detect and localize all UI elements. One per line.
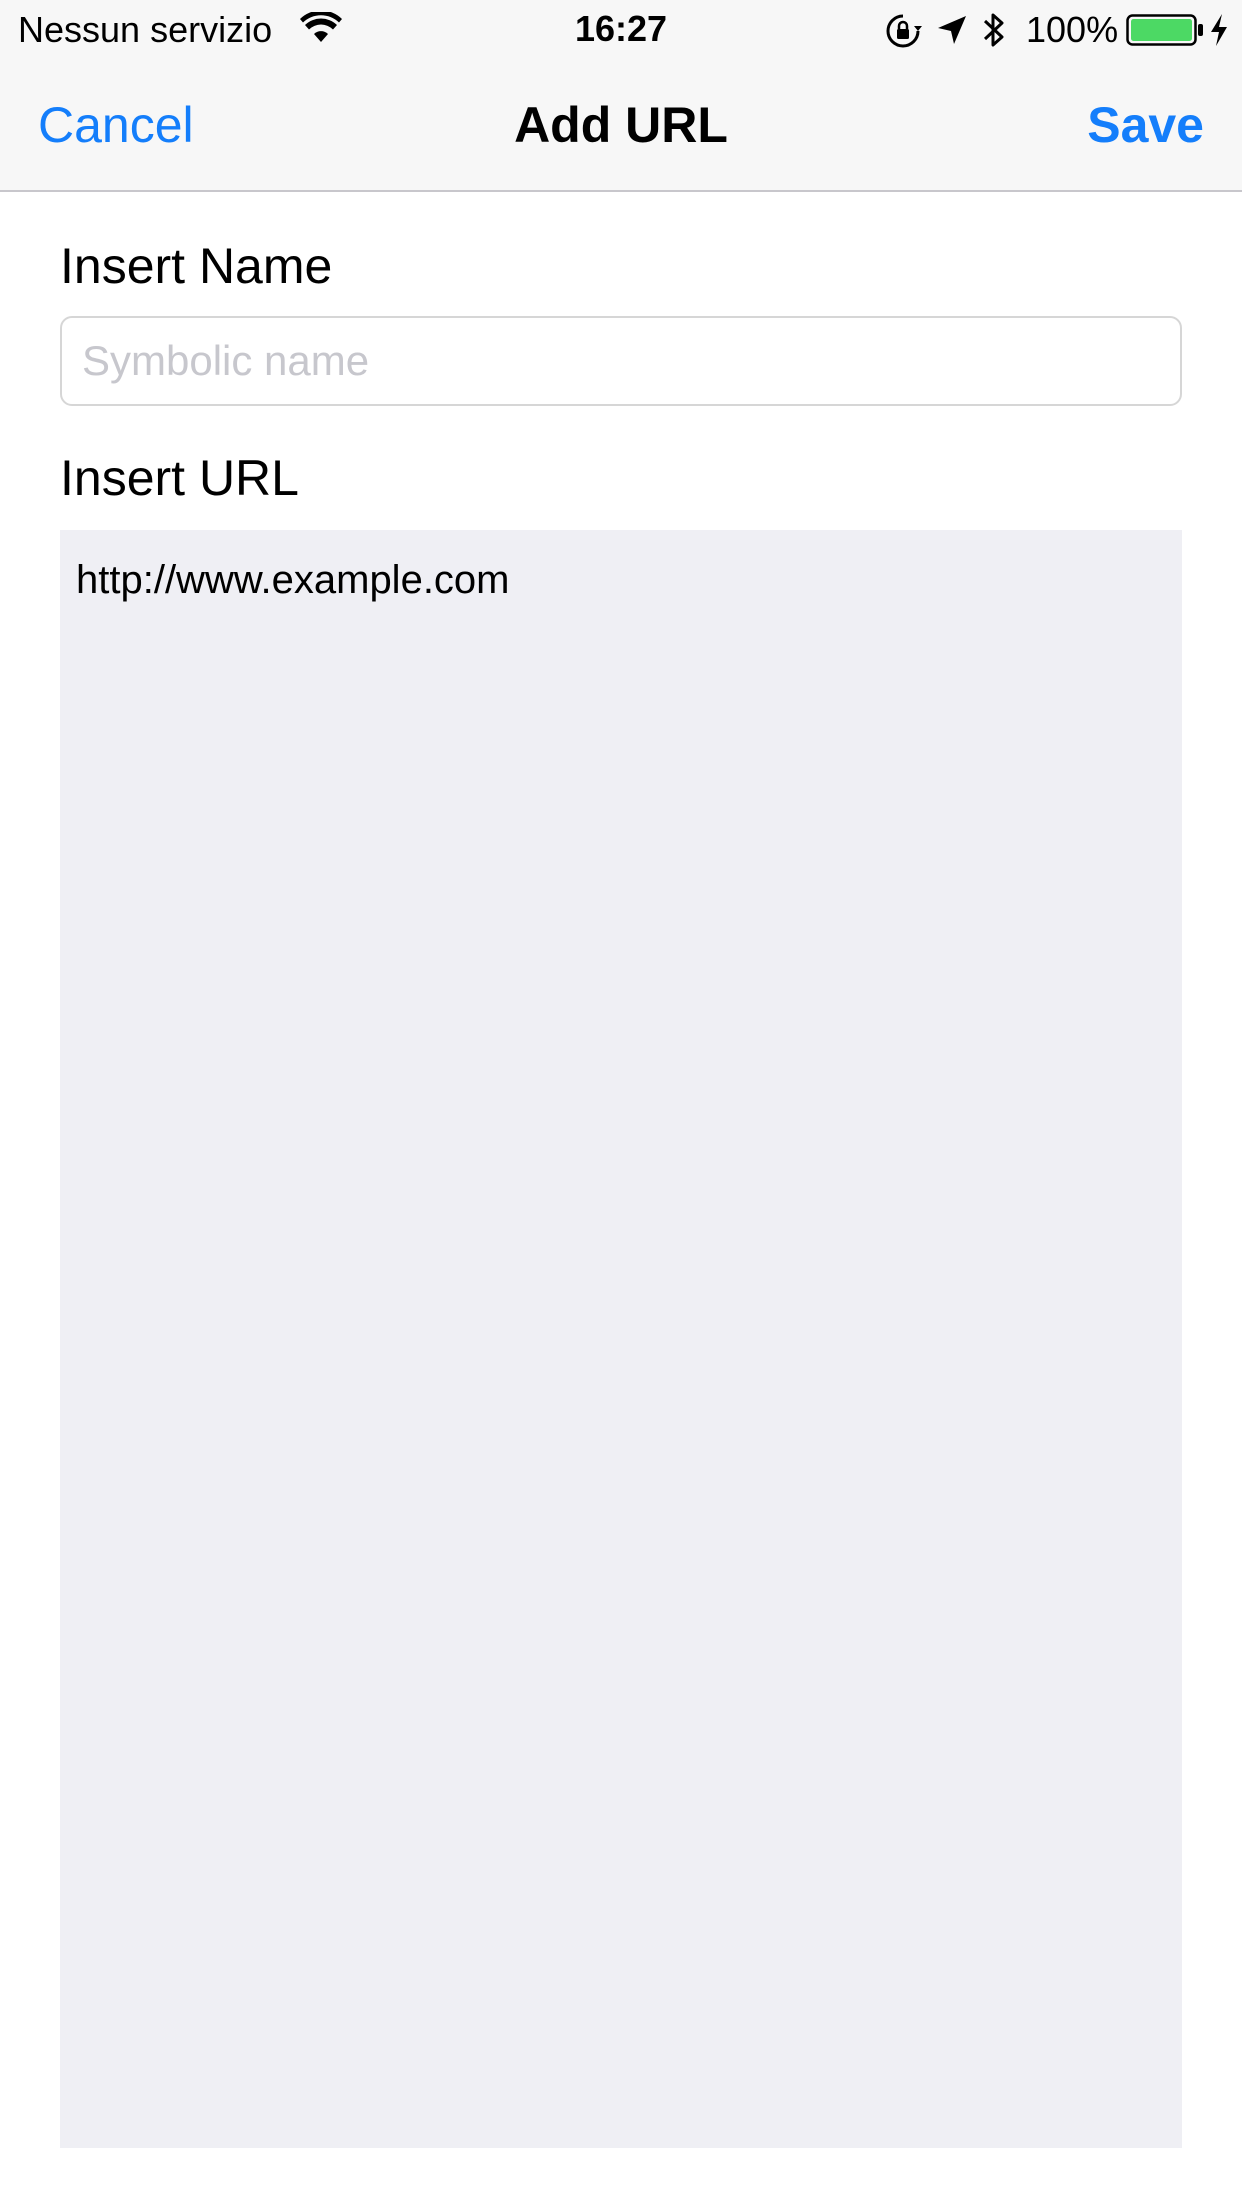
save-button[interactable]: Save (1087, 96, 1204, 154)
add-url-screen: Nessun servizio 16:27 100% Cancel Add UR… (0, 0, 1242, 2208)
page-title: Add URL (514, 97, 728, 153)
location-icon (938, 16, 966, 44)
url-field-label: Insert URL (60, 450, 299, 506)
charging-icon (1211, 14, 1227, 46)
battery-icon (1126, 14, 1203, 46)
bluetooth-icon (983, 13, 1004, 47)
status-bar: Nessun servizio 16:27 100% (0, 0, 1242, 60)
name-field-label: Insert Name (60, 238, 333, 294)
top-chrome: Nessun servizio 16:27 100% Cancel Add UR… (0, 0, 1242, 192)
nav-bar: Cancel Add URL Save (0, 60, 1242, 190)
orientation-lock-icon (886, 14, 922, 48)
battery-percent: 100% (1026, 9, 1119, 50)
name-input[interactable] (60, 316, 1182, 406)
url-textarea[interactable]: http://www.example.com (60, 530, 1182, 2148)
